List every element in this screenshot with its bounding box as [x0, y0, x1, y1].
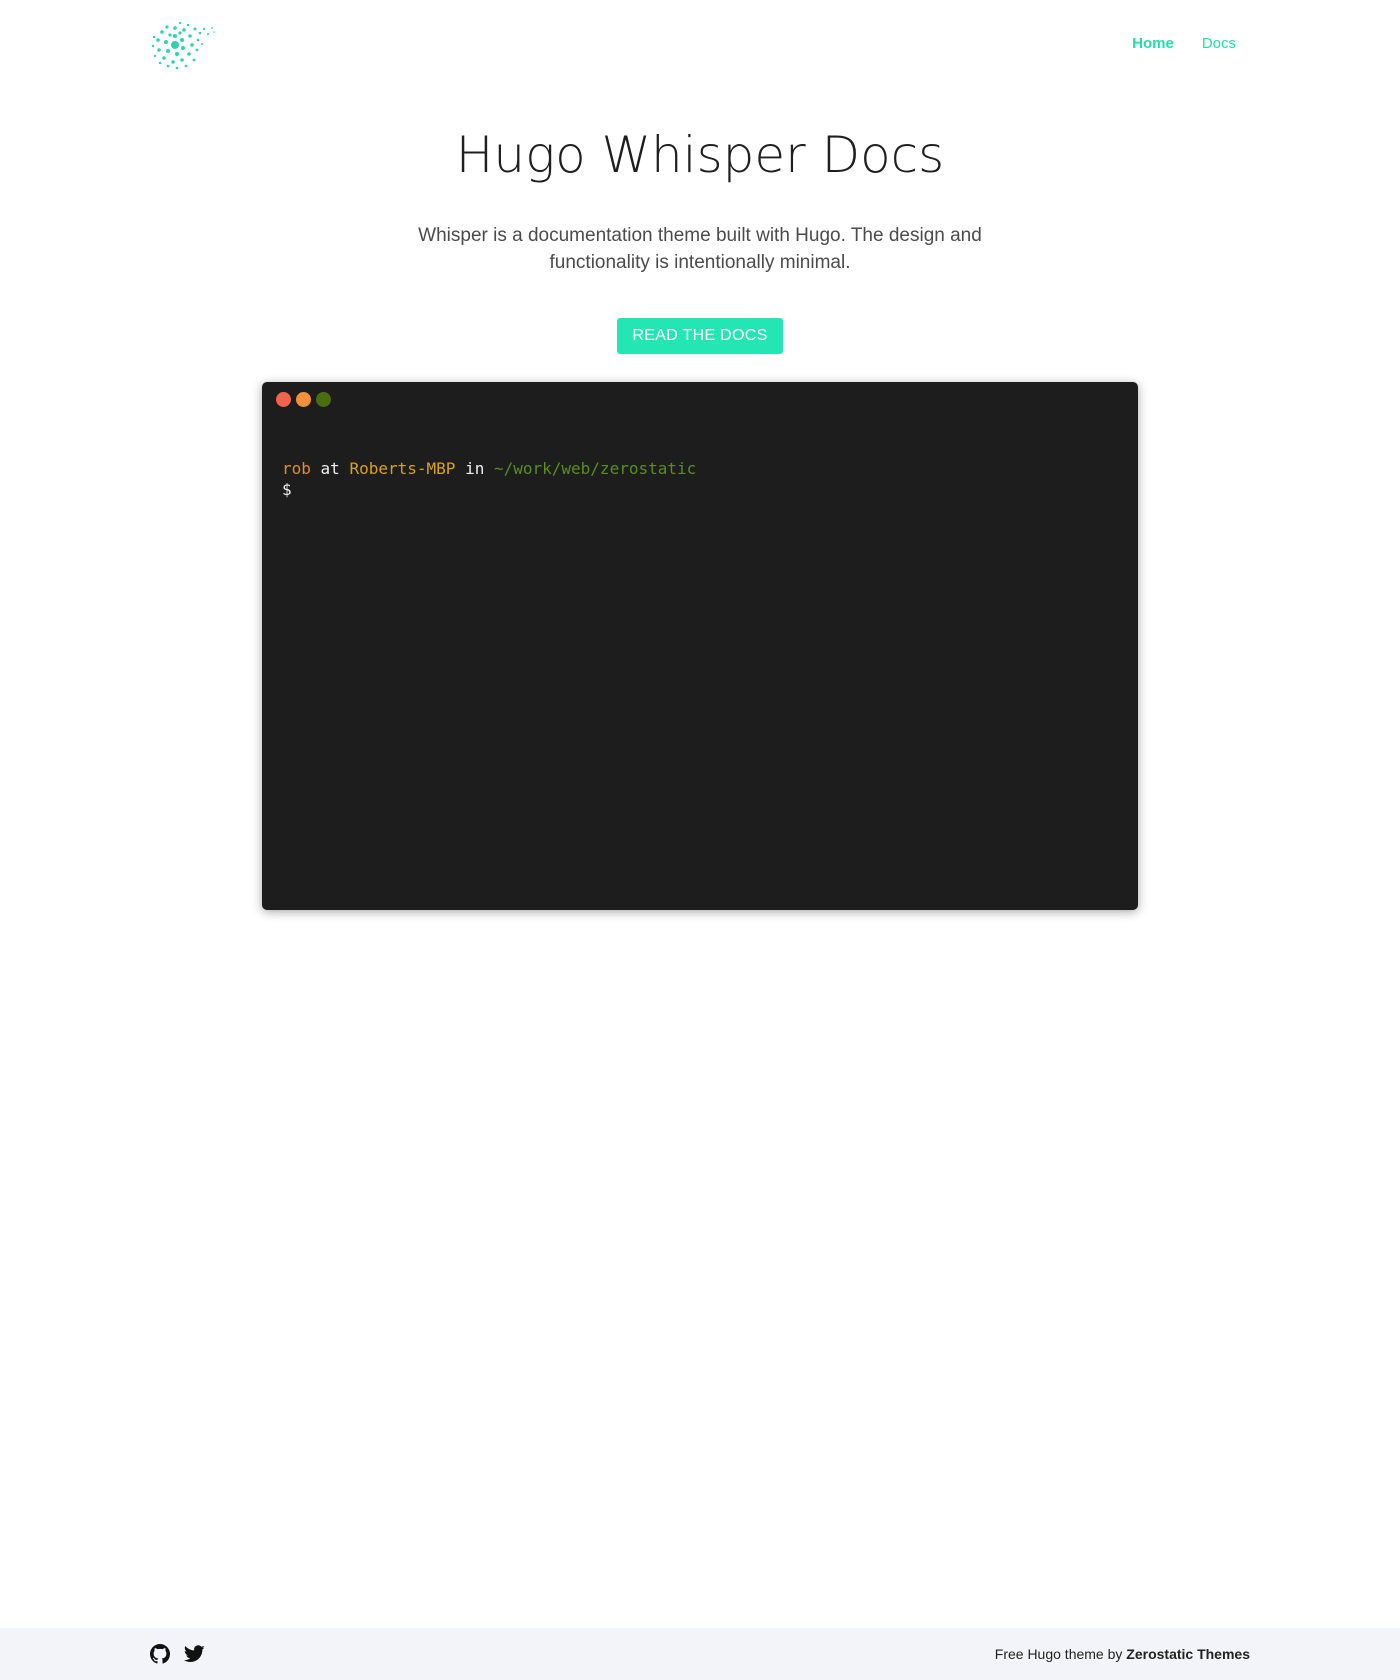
main-nav: Home Docs	[1132, 35, 1236, 52]
window-controls	[276, 392, 331, 407]
terminal-output: rob at Roberts-MBP in ~/work/web/zerosta…	[282, 458, 696, 500]
hero-subtitle: Whisper is a documentation theme built w…	[418, 225, 982, 273]
twitter-link[interactable]	[184, 1644, 205, 1664]
minimize-dot-icon	[296, 392, 311, 407]
github-link[interactable]	[150, 1644, 170, 1664]
page-title: Hugo Whisper Docs	[455, 126, 945, 184]
social-links	[150, 1644, 205, 1664]
zerostatic-link[interactable]: Zerostatic Themes	[1126, 1646, 1250, 1662]
terminal-window: rob at Roberts-MBP in ~/work/web/zerosta…	[262, 382, 1138, 910]
site-header: Home Docs	[0, 0, 1400, 90]
site-logo[interactable]	[150, 20, 220, 70]
maximize-dot-icon	[316, 392, 331, 407]
prompt-symbol: $	[282, 480, 292, 499]
page: Home Docs Hugo Whisper Docs Whisper is a…	[0, 0, 1400, 1680]
prompt-at: at	[320, 459, 340, 478]
close-dot-icon	[276, 392, 291, 407]
nav-home-link[interactable]: Home	[1132, 35, 1174, 52]
credit-prefix: Free Hugo theme by	[994, 1646, 1123, 1662]
prompt-host: Roberts-MBP	[349, 459, 456, 478]
github-icon	[150, 1644, 170, 1664]
nav-docs-link[interactable]: Docs	[1202, 35, 1236, 52]
site-footer: Free Hugo theme by Zerostatic Themes	[0, 1628, 1400, 1680]
prompt-user: rob	[282, 459, 311, 478]
prompt-path: ~/work/web/zerostatic	[493, 459, 697, 478]
read-docs-button[interactable]: READ THE DOCS	[617, 318, 783, 354]
dotted-swirl-logo-icon	[151, 21, 215, 70]
prompt-in: in	[465, 459, 485, 478]
twitter-icon	[184, 1645, 205, 1662]
hero-section: Hugo Whisper Docs Whisper is a documenta…	[0, 120, 1400, 354]
theme-credit: Free Hugo theme by Zerostatic Themes	[995, 1646, 1250, 1662]
